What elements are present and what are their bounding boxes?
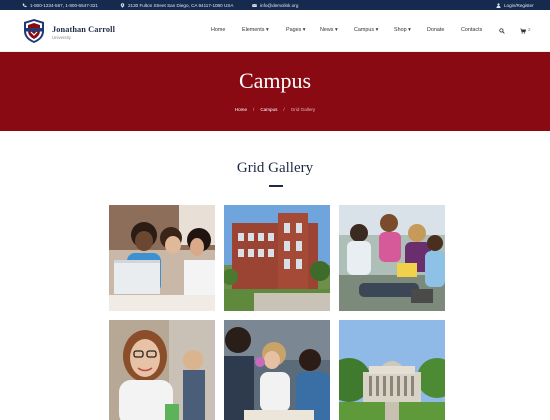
cart-count: 2	[528, 27, 531, 32]
nav-item-elements[interactable]: Elements ▾	[242, 27, 269, 33]
email-text: info@demolink.org	[260, 2, 299, 8]
login-text: Login/Register	[504, 2, 534, 8]
nav-label: Campus	[354, 27, 375, 33]
login-link[interactable]: Login/Register	[496, 0, 534, 10]
chevron-down-icon: ▾	[265, 27, 269, 33]
phone-icon	[22, 3, 27, 8]
gallery-item-brick-building[interactable]	[224, 205, 330, 311]
gallery-item-domed-building[interactable]	[339, 320, 445, 420]
page-title: Campus	[238, 68, 312, 93]
gallery-item-students-laptop[interactable]	[109, 205, 215, 311]
phone-info[interactable]: 1-800-1234-567, 1-800-6547-321	[22, 0, 98, 10]
domed-building-photo	[339, 320, 445, 420]
breadcrumb-current: Grid Gallery	[290, 107, 316, 112]
nav-label: News	[320, 27, 334, 33]
main-nav: Home Elements ▾ Pages ▾ News ▾ Campus ▾ …	[0, 10, 550, 52]
title-divider	[269, 185, 283, 187]
phone-text: 1-800-1234-567, 1-800-6547-321	[30, 2, 98, 8]
cart-icon[interactable]	[520, 28, 526, 34]
breadcrumb-separator: /	[283, 107, 285, 112]
nav-item-contacts[interactable]: Contacts	[461, 27, 482, 33]
breadcrumb-campus[interactable]: Campus	[260, 107, 277, 112]
gallery-item-students-studying[interactable]	[224, 320, 330, 420]
top-bar: 1-800-1234-567, 1-800-6547-321 2130 Fult…	[0, 0, 550, 10]
students-outdoors-photo	[339, 205, 445, 311]
breadcrumb: Home / Campus / Grid Gallery	[0, 107, 550, 112]
location-icon	[120, 2, 125, 8]
breadcrumb-separator: /	[253, 107, 255, 112]
girl-glasses-photo	[109, 320, 215, 420]
nav-label: Elements	[242, 27, 265, 33]
students-laptop-photo	[109, 205, 215, 311]
brick-building-photo	[224, 205, 330, 311]
nav-item-home[interactable]: Home	[211, 27, 225, 33]
chevron-down-icon: ▾	[408, 27, 411, 33]
chevron-down-icon: ▾	[375, 27, 379, 33]
address-text: 2130 Fulton Street San Diego, CA 94117-1…	[128, 2, 234, 8]
section-title: Grid Gallery	[236, 160, 314, 176]
page-banner: Campus Home / Campus / Grid Gallery	[0, 52, 550, 131]
gallery-item-students-outdoors[interactable]	[339, 205, 445, 311]
address-info: 2130 Fulton Street San Diego, CA 94117-1…	[120, 0, 233, 10]
breadcrumb-home[interactable]: Home	[235, 107, 247, 112]
nav-item-donate[interactable]: Donate	[427, 27, 444, 33]
nav-item-shop[interactable]: Shop ▾	[394, 27, 411, 33]
site-header: Jonathan Carroll University Home Element…	[0, 10, 550, 52]
user-icon	[496, 2, 501, 8]
mail-icon	[252, 3, 257, 8]
chevron-down-icon: ▾	[302, 27, 306, 33]
nav-label: Pages	[286, 27, 302, 33]
search-icon[interactable]	[499, 28, 505, 34]
email-info[interactable]: info@demolink.org	[252, 0, 298, 10]
nav-label: Shop	[394, 27, 407, 33]
gallery-item-girl-glasses[interactable]	[109, 320, 215, 420]
students-studying-photo	[224, 320, 330, 420]
chevron-down-icon: ▾	[334, 27, 338, 33]
nav-item-pages[interactable]: Pages ▾	[286, 27, 306, 33]
nav-item-campus[interactable]: Campus ▾	[354, 27, 378, 33]
nav-item-news[interactable]: News ▾	[320, 27, 338, 33]
